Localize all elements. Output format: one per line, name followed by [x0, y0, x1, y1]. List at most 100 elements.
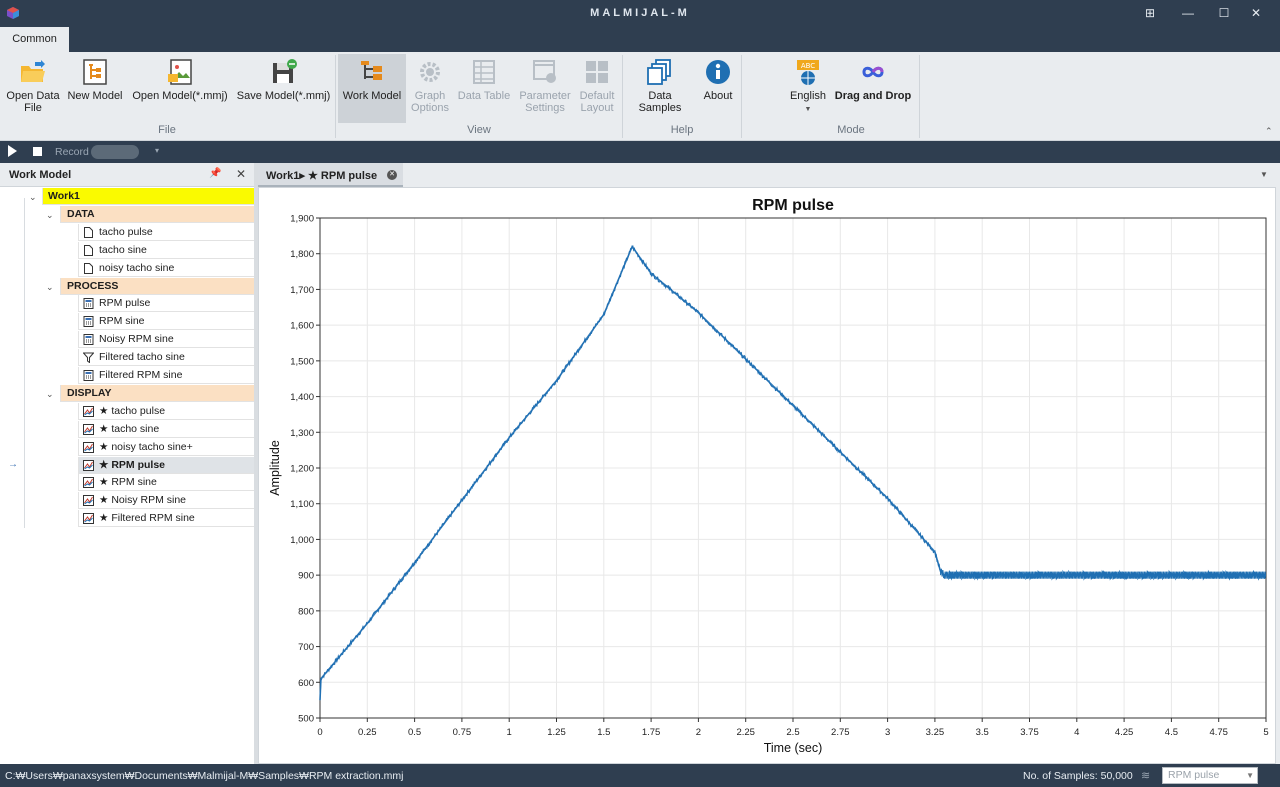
work-model-icon	[361, 61, 382, 80]
tree-group-display[interactable]: DISPLAY	[60, 384, 254, 402]
tree-item-label: PROCESS	[67, 279, 119, 292]
work-model-button[interactable]: Work Model	[338, 54, 406, 123]
tree-item[interactable]: Noisy RPM sine	[78, 331, 254, 349]
tree-item[interactable]: ★ tacho pulse	[78, 402, 254, 420]
y-tick-label: 1,700	[290, 285, 314, 296]
open-data-file-button[interactable]: Open Data File	[4, 54, 62, 122]
open-model-icon	[168, 59, 192, 85]
drag-and-drop-button[interactable]: Drag and Drop	[832, 54, 914, 122]
x-tick-label: 1	[507, 727, 512, 738]
file-icon	[84, 262, 93, 274]
work-model-panel-header: Work Model 📌 ✕	[0, 163, 254, 187]
x-tick-label: 2.75	[831, 727, 850, 738]
chart-icon	[83, 405, 94, 417]
default-layout-button[interactable]: Default Layout	[576, 54, 618, 122]
tree-item-label: tacho pulse	[99, 225, 153, 238]
x-tick-label: 3.25	[926, 727, 945, 738]
expand-chevron-icon[interactable]: ⌄	[29, 191, 39, 203]
tree-item-label: RPM pulse	[99, 297, 151, 310]
tree-item[interactable]: ★ RPM sine	[78, 474, 254, 492]
tree-item-label: RPM sine	[99, 315, 145, 328]
rpm-pulse-chart: RPM pulse 0 0.25 0.5 0.75 1 1.25 1.5 1.75 2 2.25 2.…	[268, 197, 1269, 755]
sample-count: No. of Samples: 50,000	[1023, 770, 1133, 782]
tree-item[interactable]: Filtered tacho sine	[78, 349, 254, 367]
x-tick-label: 0.5	[408, 727, 421, 738]
document-tab-label: Work1▸ ★ RPM pulse	[266, 170, 378, 182]
tree-item[interactable]: ★ noisy tacho sine+	[78, 438, 254, 456]
y-tick-label: 1,500	[290, 356, 314, 367]
parameter-settings-button[interactable]: Parameter Settings	[516, 54, 574, 122]
panel-title: Work Model	[9, 169, 72, 181]
x-tick-label: 2	[696, 727, 701, 738]
tree-group-data[interactable]: DATA	[60, 205, 254, 223]
tree-item-label: Filtered RPM sine	[99, 369, 183, 381]
pin-icon[interactable]: 📌	[209, 168, 221, 179]
current-item-arrow-icon: →	[8, 458, 18, 470]
stop-icon[interactable]	[33, 147, 42, 156]
tree-root-work1[interactable]: Work1	[42, 188, 254, 205]
tree-item[interactable]: ★ Noisy RPM sine	[78, 492, 254, 510]
maximize-button[interactable]: ☐	[1212, 4, 1236, 22]
ribbon-tab-row: Common	[0, 27, 1280, 52]
collapse-ribbon-icon[interactable]: ⌃	[1265, 126, 1273, 137]
chevron-down-icon: ▼	[1246, 771, 1254, 780]
data-samples-button[interactable]: Data Samples	[626, 54, 694, 122]
x-tick-label: 4	[1074, 727, 1079, 738]
tree-item[interactable]: ★ tacho sine	[78, 420, 254, 438]
tree-item[interactable]: noisy tacho sine	[78, 259, 254, 277]
y-tick-label: 1,100	[290, 499, 314, 510]
info-icon	[706, 60, 730, 84]
chart-icon	[83, 423, 94, 435]
tree-item[interactable]: ★ Filtered RPM sine	[78, 510, 254, 528]
new-model-button[interactable]: New Model	[66, 54, 124, 122]
expand-chevron-icon[interactable]: ⌄	[46, 209, 56, 221]
save-model-button[interactable]: Save Model(*.mmj)	[236, 54, 331, 122]
document-tab[interactable]: Work1▸ ★ RPM pulse ✕	[258, 163, 403, 187]
graph-options-button[interactable]: Graph Options	[408, 54, 452, 122]
x-tick-label: 0.25	[358, 727, 377, 738]
record-toggle[interactable]	[91, 145, 139, 159]
chart-container: RPM pulse 0 0.25 0.5 0.75 1 1.25 1.5 1.75 2 2.25 2.…	[258, 187, 1276, 764]
tree-item[interactable]: Filtered RPM sine	[78, 367, 254, 384]
play-icon[interactable]	[8, 145, 17, 157]
tab-close-icon[interactable]: ✕	[387, 170, 397, 180]
about-button[interactable]: About	[698, 54, 738, 122]
tab-list-dropdown-icon[interactable]: ▼	[1260, 170, 1268, 179]
minimize-button[interactable]: —	[1176, 4, 1200, 22]
tree-item[interactable]: ★ RPM pulse	[78, 456, 254, 474]
x-tick-label: 4.25	[1115, 727, 1134, 738]
record-label: Record	[55, 146, 89, 158]
expand-chevron-icon[interactable]: ⌄	[46, 388, 56, 400]
open-folder-icon	[21, 60, 45, 82]
language-dropdown[interactable]: ABC English ▼	[786, 54, 830, 122]
display-select[interactable]: RPM pulse ▼	[1162, 767, 1258, 784]
chart-icon	[83, 513, 94, 525]
tab-common[interactable]: Common	[0, 27, 69, 52]
tree-item[interactable]: tacho pulse	[78, 223, 254, 241]
tree-item-label: ★ Noisy RPM sine	[99, 494, 187, 507]
tree-item[interactable]: RPM pulse	[78, 295, 254, 313]
document-area: Work1▸ ★ RPM pulse ✕ ▼ RPM pulse 0 0.25 0.5…	[258, 163, 1280, 764]
tree-group-process[interactable]: PROCESS	[60, 277, 254, 295]
file-path: C:₩Users₩panaxsystem₩Documents₩Malmijal-…	[5, 770, 404, 782]
status-bar: C:₩Users₩panaxsystem₩Documents₩Malmijal-…	[0, 764, 1280, 787]
x-tick-label: 0.75	[453, 727, 472, 738]
panel-close-icon[interactable]: ✕	[236, 167, 246, 181]
tree-item-label: ★ tacho sine	[99, 422, 160, 435]
close-button[interactable]: ✕	[1244, 4, 1268, 22]
tree-item[interactable]: tacho sine	[78, 241, 254, 259]
expand-chevron-icon[interactable]: ⌄	[46, 281, 56, 293]
tree-item-label: DISPLAY	[67, 386, 112, 399]
tree-item[interactable]: RPM sine	[78, 313, 254, 331]
x-tick-label: 1.25	[547, 727, 566, 738]
x-tick-label: 1.75	[642, 727, 661, 738]
chart-icon	[83, 477, 94, 489]
y-tick-label: 800	[298, 606, 314, 617]
data-table-button[interactable]: Data Table	[456, 54, 512, 122]
tree-item-label: ★ tacho pulse	[99, 404, 166, 417]
record-dropdown-icon[interactable]: ▾	[155, 146, 159, 155]
restore-layout-icon[interactable]: ⊞	[1138, 4, 1162, 22]
open-model-button[interactable]: Open Model(*.mmj)	[131, 54, 229, 122]
calculator-icon	[83, 316, 94, 328]
table-icon	[473, 60, 495, 84]
